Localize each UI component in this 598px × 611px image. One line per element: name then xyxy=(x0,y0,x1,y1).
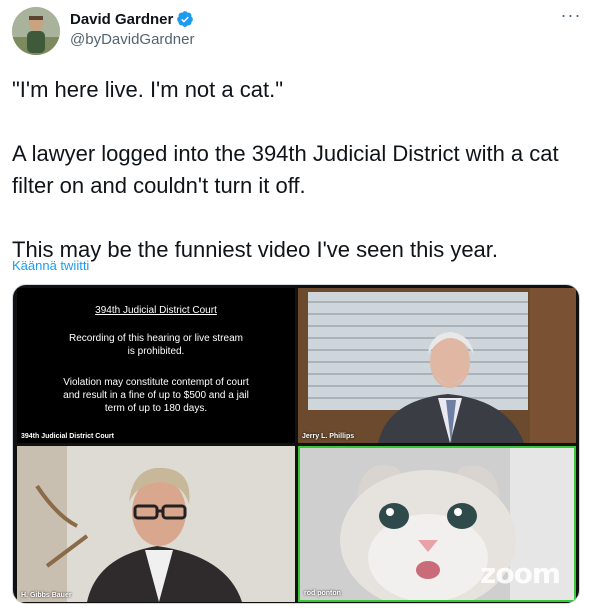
avatar[interactable] xyxy=(12,7,60,55)
tile-name-label: Jerry L. Phillips xyxy=(302,433,355,440)
translate-link[interactable]: Käännä twiitti xyxy=(12,258,89,273)
verified-badge-icon xyxy=(176,10,194,28)
tile-name-label: H. Gibbs Bauer xyxy=(21,592,72,599)
tweet-line-3: This may be the funniest video I've seen… xyxy=(12,237,499,262)
more-dots-icon[interactable]: ··· xyxy=(560,6,582,28)
tile-name-label: rod ponton xyxy=(304,590,341,597)
tweet-line-1: "I'm here live. I'm not a cat." xyxy=(12,77,284,102)
court-notice-violation: Violation may constitute contempt of cou… xyxy=(63,377,249,414)
tile-name-label: 394th Judicial District Court xyxy=(21,433,114,440)
video-tile-cat-filter: zoom rod ponton xyxy=(298,446,576,602)
tweet: David Gardner @byDavidGardner ··· "I'm h… xyxy=(0,0,598,611)
author-name[interactable]: David Gardner xyxy=(70,11,173,28)
video-tile-court-notice: 394th Judicial District Court Recording … xyxy=(17,288,295,443)
media-video[interactable]: 394th Judicial District Court Recording … xyxy=(12,284,580,604)
author-handle[interactable]: @byDavidGardner xyxy=(70,31,194,48)
zoom-watermark: zoom xyxy=(480,557,561,590)
court-notice-recording: Recording of this hearing or live stream… xyxy=(69,333,243,357)
author-name-row: David Gardner xyxy=(70,10,194,28)
tweet-line-2: A lawyer logged into the 394th Judicial … xyxy=(12,141,559,198)
court-notice-title: 394th Judicial District Court xyxy=(95,305,217,316)
tweet-text: "I'm here live. I'm not a cat." A lawyer… xyxy=(12,74,587,266)
video-tile-lawyer: H. Gibbs Bauer xyxy=(17,446,295,602)
video-tile-judge: Jerry L. Phillips xyxy=(298,288,576,443)
